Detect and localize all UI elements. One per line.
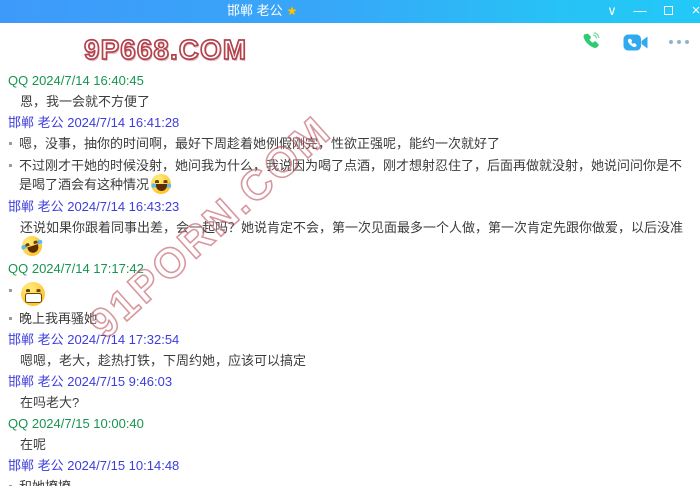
message-row: 晚上我再骚她 bbox=[8, 310, 692, 327]
grin-emoji-icon bbox=[21, 282, 45, 306]
message-bullet bbox=[9, 164, 12, 167]
message-timestamp: 邯郸 老公 2024/7/15 10:14:48 bbox=[8, 458, 692, 474]
message-timestamp: 邯郸 老公 2024/7/14 17:32:54 bbox=[8, 332, 692, 348]
message-text: 不过刚才干她的时候没射，她问我为什么，我说因为喝了点酒，刚才想射忍住了，后面再做… bbox=[19, 158, 682, 192]
message-text: 在吗老大? bbox=[20, 395, 79, 410]
message-row: 和她撩撩 bbox=[8, 478, 692, 486]
chevron-down-icon[interactable]: ∨ bbox=[598, 0, 626, 23]
message-row: 不过刚才干她的时候没射，她问我为什么，我说因为喝了点酒，刚才想射忍住了，后面再做… bbox=[8, 157, 692, 194]
voice-call-button[interactable] bbox=[578, 31, 604, 53]
chat-list: QQ 2024/7/14 16:40:45 恩，我一会就不方便了邯郸 老公 202… bbox=[8, 73, 692, 486]
message-row bbox=[8, 282, 692, 306]
message-row: 恩，我一会就不方便了 bbox=[8, 93, 692, 110]
message-bullet bbox=[9, 317, 12, 320]
message-row: 在呢 bbox=[8, 436, 692, 453]
message-timestamp: 邯郸 老公 2024/7/14 16:41:28 bbox=[8, 115, 692, 131]
message-text: 和她撩撩 bbox=[19, 479, 71, 486]
minimize-button[interactable]: — bbox=[626, 0, 654, 23]
message-row: 在吗老大? bbox=[8, 394, 692, 411]
message-row: 嗯，没事，抽你的时间啊，最好下周趁着她例假刚完，性欲正强呢，能约一次就好了 bbox=[8, 135, 692, 152]
message-timestamp: 邯郸 老公 2024/7/15 9:46:03 bbox=[8, 374, 692, 390]
joy-emoji-icon bbox=[151, 174, 171, 194]
chat-header bbox=[0, 23, 700, 67]
message-text: 恩，我一会就不方便了 bbox=[20, 94, 150, 109]
message-text: 嗯嗯，老大，趁热打铁，下周约她，应该可以搞定 bbox=[20, 353, 306, 368]
message-text: 在呢 bbox=[20, 437, 46, 452]
message-timestamp: QQ 2024/7/14 16:40:45 bbox=[8, 73, 692, 89]
maximize-button[interactable] bbox=[654, 0, 682, 23]
message-timestamp: 邯郸 老公 2024/7/14 16:43:23 bbox=[8, 199, 692, 215]
message-timestamp: QQ 2024/7/15 10:00:40 bbox=[8, 416, 692, 432]
video-camera-icon bbox=[623, 33, 648, 52]
titlebar: 邯郸 老公 ★ ∨ — × bbox=[0, 0, 700, 23]
window-title-text: 邯郸 老公 bbox=[227, 3, 283, 18]
more-options-button[interactable] bbox=[666, 31, 692, 53]
message-bullet bbox=[9, 289, 12, 292]
message-row: 嗯嗯，老大，趁热打铁，下周约她，应该可以搞定 bbox=[8, 352, 692, 369]
video-call-button[interactable] bbox=[622, 31, 648, 53]
chat-window: 邯郸 老公 ★ ∨ — × bbox=[0, 0, 700, 486]
message-bullet bbox=[9, 142, 12, 145]
message-text: 晚上我再骚她 bbox=[19, 311, 97, 326]
maximize-icon bbox=[664, 6, 673, 15]
star-badge-icon: ★ bbox=[287, 4, 298, 18]
call-toolbar bbox=[578, 31, 692, 53]
chat-area[interactable]: QQ 2024/7/14 16:40:45 恩，我一会就不方便了邯郸 老公 202… bbox=[0, 67, 700, 486]
ellipsis-icon bbox=[669, 40, 689, 44]
rofl-emoji-icon bbox=[19, 233, 44, 258]
close-button[interactable]: × bbox=[682, 0, 700, 23]
window-title: 邯郸 老公 ★ bbox=[227, 0, 297, 23]
message-text: 还说如果你跟着同事出差，会一起吗？她说肯定不会，第一次见面最多一个人做，第一次肯… bbox=[20, 220, 683, 235]
phone-icon bbox=[580, 31, 602, 53]
window-controls: ∨ — × bbox=[598, 0, 700, 23]
message-row: 还说如果你跟着同事出差，会一起吗？她说肯定不会，第一次见面最多一个人做，第一次肯… bbox=[8, 219, 692, 256]
message-text: 嗯，没事，抽你的时间啊，最好下周趁着她例假刚完，性欲正强呢，能约一次就好了 bbox=[19, 136, 500, 151]
message-timestamp: QQ 2024/7/14 17:17:42 bbox=[8, 261, 692, 277]
